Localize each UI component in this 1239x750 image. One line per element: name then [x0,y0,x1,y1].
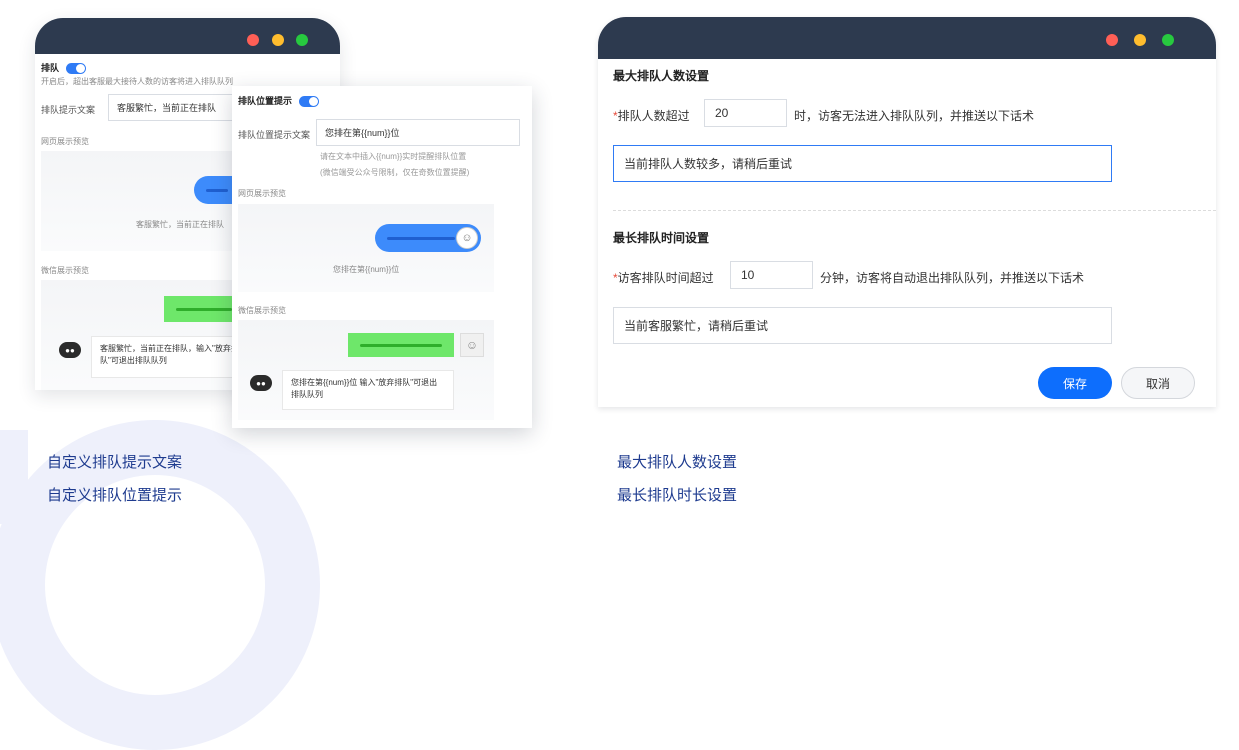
max-queue-message-input[interactable]: 当前排队人数较多，请稍后重试 [613,145,1112,182]
maximize-dot-icon[interactable] [296,34,308,46]
user-avatar-icon: ☺ [460,333,484,357]
decorative-bar [0,430,28,524]
position-hint-line1: 请在文本中插入{{num}}实时提醒排队位置 [320,152,467,161]
position-label: 排队位置提示 [238,96,293,106]
minimize-dot-icon[interactable] [1134,34,1146,46]
save-button[interactable]: 保存 [1038,367,1112,399]
max-time-suffix: 分钟，访客将自动退出排队队列，并推送以下话术 [820,271,1085,285]
web-preview-label: 网页展示预览 [41,137,89,146]
close-dot-icon[interactable] [1106,34,1118,46]
close-dot-icon[interactable] [247,34,259,46]
section-divider [613,210,1216,211]
queue-limit-window: 最大排队人数设置 *排队人数超过 20 时，访客无法进入排队队列，并推送以下话术… [598,17,1216,407]
robot-icon: ●● [59,342,81,358]
caption-right-2: 最长排队时长设置 [617,487,738,504]
max-queue-input[interactable]: 20 [704,99,787,127]
position-text-label: 排队位置提示文案 [238,130,311,140]
wechat-preview-area: ☺ ●● 您排在第{{num}}位 输入"放弃排队"可退出排队队列 [238,320,494,420]
web-preview-text: 您排在第{{num}}位 [333,265,400,274]
wechat-preview-bubble [348,333,454,357]
wechat-preview-label: 微信展示预览 [238,306,286,315]
queue-position-window: 排队位置提示 排队位置提示文案 您排在第{{num}}位 请在文本中插入{{nu… [232,86,532,428]
cancel-button[interactable]: 取消 [1121,367,1195,399]
web-preview-bubble: ☺ [375,224,481,252]
window-titlebar [35,18,340,54]
wechat-preview-card: 您排在第{{num}}位 输入"放弃排队"可退出排队队列 [282,370,454,410]
queue-label: 排队 [41,63,60,73]
web-preview-label: 网页展示预览 [238,189,286,198]
position-text-input[interactable]: 您排在第{{num}}位 [316,119,520,146]
robot-icon: ●● [250,375,272,391]
max-time-label: *访客排队时间超过 [613,271,714,285]
caption-left-1: 自定义排队提示文案 [47,454,183,471]
wechat-preview-label: 微信展示预览 [41,266,89,275]
max-queue-suffix: 时，访客无法进入排队队列，并推送以下话术 [794,109,1035,123]
maximize-dot-icon[interactable] [1162,34,1174,46]
max-time-section-title: 最长排队时间设置 [613,231,710,245]
minimize-dot-icon[interactable] [272,34,284,46]
prompt-text-label: 排队提示文案 [41,105,96,115]
max-time-message-input[interactable]: 当前客服繁忙，请稍后重试 [613,307,1112,344]
position-toggle[interactable] [298,96,319,108]
max-queue-label: *排队人数超过 [613,109,690,123]
caption-right-1: 最大排队人数设置 [617,454,738,471]
web-preview-area: 客服繁忙，当前正在排队 [41,151,254,251]
wechat-preview-card: 客服繁忙，当前正在排队，输入"放弃排队"可退出排队队列 [91,336,251,378]
queue-description: 开启后，超出客服最大接待人数的访客将进入排队队列 [41,77,233,86]
caption-left-2: 自定义排队位置提示 [47,487,183,504]
max-queue-section-title: 最大排队人数设置 [613,69,710,83]
web-preview-text: 客服繁忙，当前正在排队 [136,220,224,229]
user-avatar-icon: ☺ [456,227,478,249]
max-time-input[interactable]: 10 [730,261,813,289]
wechat-preview-area: ●● 客服繁忙，当前正在排队，输入"放弃排队"可退出排队队列 [41,280,251,390]
position-hint-line2: (微信端受公众号限制，仅在奇数位置提醒) [320,168,470,177]
window-titlebar [598,17,1216,59]
web-preview-area: ☺ 您排在第{{num}}位 [238,204,494,292]
queue-toggle[interactable] [65,63,86,75]
